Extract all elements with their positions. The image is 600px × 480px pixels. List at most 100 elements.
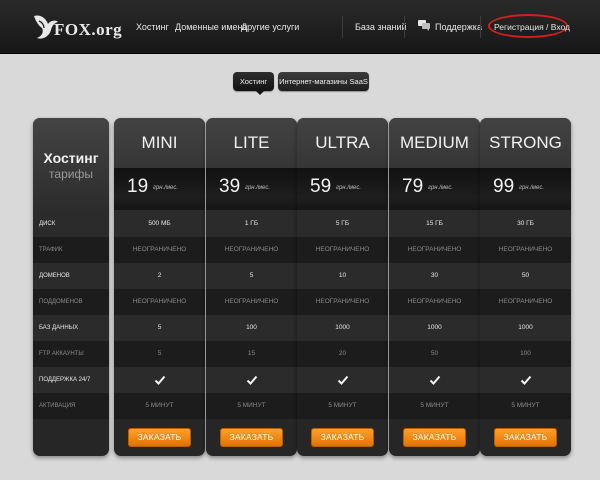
feature-value: НЕОГРАНИЧЕНО bbox=[315, 246, 370, 253]
price-value: 19 bbox=[127, 176, 149, 197]
tab-hosting-label: Хостинг bbox=[239, 77, 268, 86]
price-unit: грн./мес. bbox=[519, 185, 544, 191]
feature-value: 5 bbox=[249, 272, 254, 279]
price-unit: грн./мес. bbox=[428, 185, 453, 191]
feature-value: НЕОГРАНИЧЕНО bbox=[132, 246, 187, 253]
nav-divider bbox=[404, 16, 405, 38]
nav-divider bbox=[480, 16, 481, 38]
price-value: 39 bbox=[219, 176, 241, 197]
pricing-subtitle: тарифы bbox=[49, 167, 93, 181]
chat-icon bbox=[418, 20, 430, 31]
check-icon bbox=[246, 375, 257, 385]
feature-value: 5 bbox=[157, 324, 162, 331]
plan-header: LITE 39 грн./мес. bbox=[206, 118, 297, 211]
price-box: 79 грн./мес. bbox=[389, 168, 480, 210]
feature-value: 100 bbox=[520, 350, 531, 357]
top-navbar: FOX.org Хостинг Доменные имена Другие ус… bbox=[0, 0, 600, 54]
plan-name: MINI bbox=[141, 133, 178, 152]
feature-value: 5 МИНУТ bbox=[511, 402, 540, 409]
feature-label: FTP АККАУНТЫ bbox=[39, 351, 84, 357]
feature-value: 1000 bbox=[335, 324, 350, 331]
register-login-link[interactable]: Регистрация / Вход bbox=[494, 22, 570, 32]
site-logo[interactable]: FOX.org bbox=[30, 10, 122, 44]
plan-column-medium: MEDIUM 79 грн./мес. 15 ГБ НЕОГРАНИЧЕНО 30 НЕОГ… bbox=[389, 118, 480, 456]
plan-column-strong: STRONG 99 грн./мес. 30 ГБ НЕОГРАНИЧЕНО 50 НЕОГ… bbox=[480, 118, 571, 456]
check-icon bbox=[337, 375, 348, 385]
feature-label: ПОДДОМЕНОВ bbox=[39, 299, 83, 305]
feature-label: ДИСК bbox=[39, 221, 56, 227]
price-box: 19 грн./мес. bbox=[114, 168, 205, 210]
feature-label: ДОМЕНОВ bbox=[39, 273, 70, 279]
feature-value: НЕОГРАНИЧЕНО bbox=[224, 298, 279, 305]
feature-value: 2 bbox=[157, 272, 162, 279]
nav-other-services[interactable]: Другие услуги bbox=[241, 22, 299, 32]
feature-value: 100 bbox=[246, 324, 257, 331]
plan-header: STRONG 99 грн./мес. bbox=[480, 118, 571, 211]
plan-name: STRONG bbox=[489, 133, 562, 152]
nav-divider bbox=[342, 16, 343, 38]
nav-knowledge-base[interactable]: База знаний bbox=[355, 22, 407, 32]
check-icon bbox=[429, 375, 440, 385]
plan-name: MEDIUM bbox=[400, 133, 469, 152]
price-box: 99 грн./мес. bbox=[480, 168, 571, 210]
feature-value: 30 ГБ bbox=[517, 220, 534, 227]
feature-label: АКТИВАЦИЯ bbox=[39, 403, 76, 409]
feature-value: 15 bbox=[247, 350, 256, 357]
feature-value: 5 bbox=[157, 350, 162, 357]
price-box: 59 грн./мес. bbox=[297, 168, 388, 210]
plan-header: ULTRA 59 грн./мес. bbox=[297, 118, 388, 211]
feature-value: НЕОГРАНИЧЕНО bbox=[407, 246, 462, 253]
features-column: Хостинг тарифы ДИСК ТРАФИК ДОМЕНОВ ПОДДОМЕН… bbox=[33, 118, 109, 456]
price-value: 99 bbox=[493, 176, 515, 197]
nav-domains[interactable]: Доменные имена bbox=[175, 22, 248, 32]
order-button-ultra[interactable]: ЗАКАЗАТЬ bbox=[311, 428, 374, 447]
order-button-medium[interactable]: ЗАКАЗАТЬ bbox=[403, 428, 466, 447]
pricing-title: Хостинг bbox=[43, 150, 99, 166]
feature-value: 5 ГБ bbox=[335, 220, 350, 227]
price-unit: грн./мес. bbox=[336, 185, 361, 191]
plan-column-mini: MINI 19 грн./мес. 500 МБ НЕОГРАНИЧЕНО 2 НЕОГРА… bbox=[114, 118, 205, 456]
order-button-mini[interactable]: ЗАКАЗАТЬ bbox=[128, 428, 191, 447]
check-icon bbox=[154, 375, 165, 385]
feature-label: БАЗ ДАННЫХ bbox=[39, 325, 79, 331]
feature-value: 5 МИНУТ bbox=[328, 402, 357, 409]
plan-name: LITE bbox=[233, 133, 270, 152]
feature-value: НЕОГРАНИЧЕНО bbox=[407, 298, 462, 305]
feature-value: 5 МИНУТ bbox=[237, 402, 266, 409]
feature-value: НЕОГРАНИЧЕНО bbox=[315, 298, 370, 305]
feature-value: 50 bbox=[521, 272, 530, 279]
check-icon bbox=[520, 375, 531, 385]
features-header: Хостинг тарифы bbox=[33, 118, 109, 211]
feature-value: 1000 bbox=[518, 324, 533, 331]
feature-value: 20 bbox=[338, 350, 347, 357]
feature-value: НЕОГРАНИЧЕНО bbox=[498, 246, 553, 253]
logo-text: FOX.org bbox=[54, 20, 123, 39]
feature-label: ПОДДЕРЖКА 24/7 bbox=[39, 377, 91, 383]
nav-support[interactable]: Поддержка bbox=[435, 22, 482, 32]
order-button-lite[interactable]: ЗАКАЗАТЬ bbox=[220, 428, 283, 447]
tab-saas-label: Интернет-магазины SaaS bbox=[279, 77, 368, 86]
plan-name: ULTRA bbox=[315, 133, 370, 152]
feature-label: ТРАФИК bbox=[39, 247, 63, 253]
feature-value: 5 МИНУТ bbox=[420, 402, 449, 409]
tab-saas-stores[interactable]: Интернет-магазины SaaS bbox=[278, 72, 369, 91]
price-unit: грн./мес. bbox=[153, 185, 178, 191]
plan-column-lite: LITE 39 грн./мес. 1 ГБ НЕОГРАНИЧЕНО 5 НЕОГРАНИ… bbox=[206, 118, 297, 456]
plan-header: MEDIUM 79 грн./мес. bbox=[389, 118, 480, 211]
feature-value: 500 МБ bbox=[148, 220, 171, 227]
nav-hosting[interactable]: Хостинг bbox=[136, 22, 169, 32]
feature-value: НЕОГРАНИЧЕНО bbox=[132, 298, 187, 305]
tab-hosting[interactable]: Хостинг bbox=[233, 72, 274, 91]
active-tab-pointer bbox=[255, 90, 265, 95]
price-box: 39 грн./мес. bbox=[206, 168, 297, 210]
order-button-strong[interactable]: ЗАКАЗАТЬ bbox=[494, 428, 557, 447]
plan-column-ultra: ULTRA 59 грн./мес. 5 ГБ НЕОГРАНИЧЕНО 10 НЕОГРА… bbox=[297, 118, 388, 456]
feature-value: НЕОГРАНИЧЕНО bbox=[224, 246, 279, 253]
price-value: 59 bbox=[310, 176, 332, 197]
feature-value: 5 МИНУТ bbox=[145, 402, 174, 409]
feature-value: 1000 bbox=[427, 324, 442, 331]
price-unit: грн./мес. bbox=[245, 185, 270, 191]
feature-value: 50 bbox=[430, 350, 439, 357]
price-value: 79 bbox=[402, 176, 424, 197]
feature-value: 10 bbox=[338, 272, 347, 279]
